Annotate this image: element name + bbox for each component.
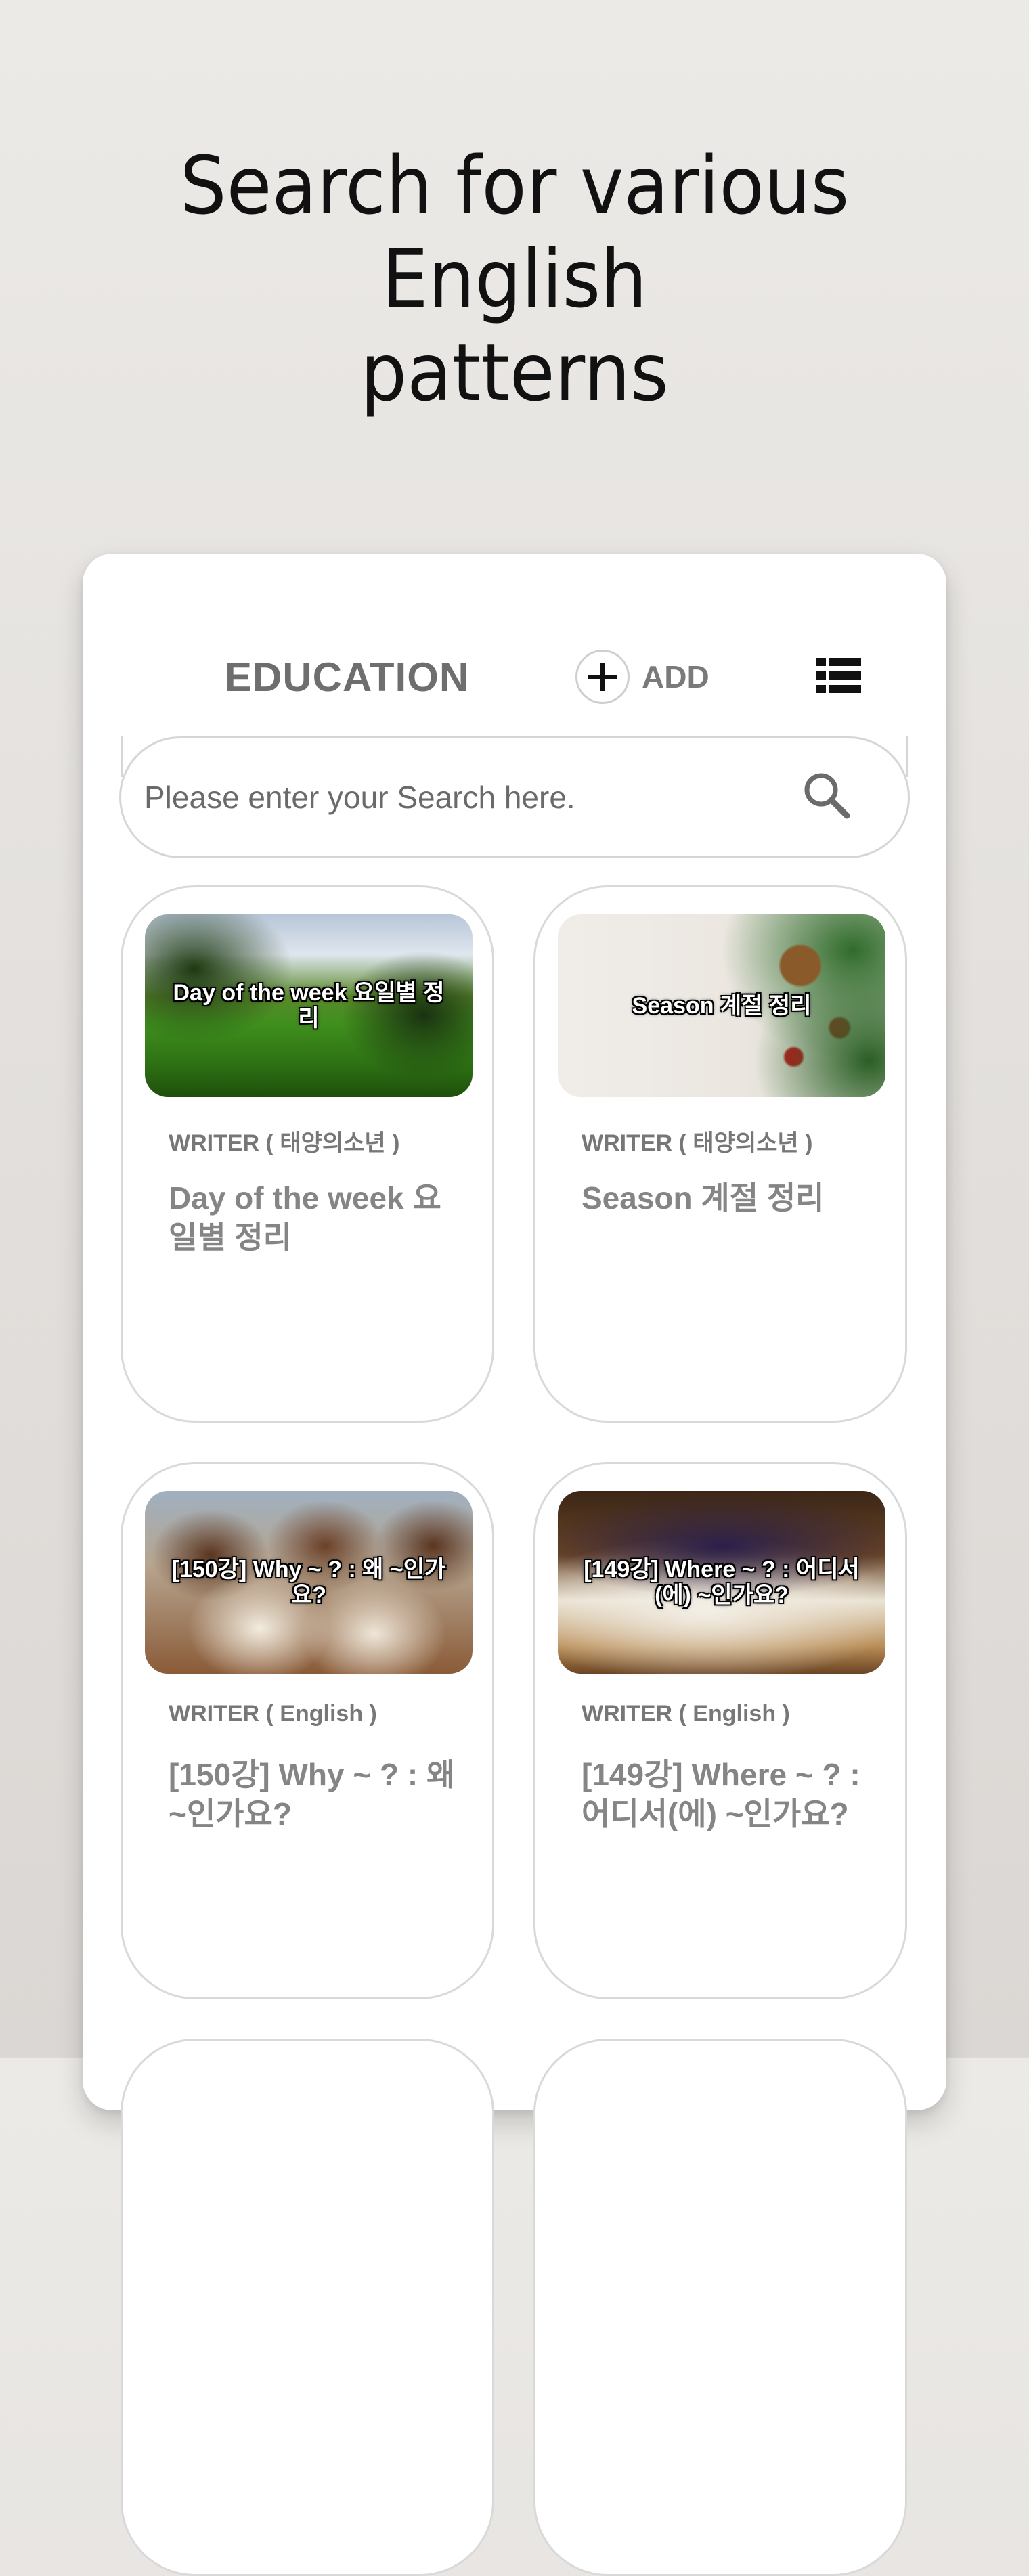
- search-frame-edge: [121, 736, 123, 777]
- search-icon[interactable]: [798, 767, 856, 825]
- post-card[interactable]: [149강] Where ~ ? : 어디서(에) ~인가요? WRITER (…: [533, 1462, 907, 1999]
- list-view-button[interactable]: [816, 655, 861, 696]
- post-card[interactable]: Day of the week 요일별 정리 WRITER ( 태양의소년 ) …: [121, 885, 494, 1423]
- post-card[interactable]: [533, 2039, 907, 2576]
- thumbnail-caption: Season 계절 정리: [632, 993, 812, 1019]
- add-button[interactable]: ADD: [575, 648, 709, 705]
- post-writer: WRITER ( 태양의소년 ): [582, 1130, 813, 1156]
- post-title: Season 계절 정리: [582, 1180, 825, 1216]
- post-title: Day of the week 요일별 정리: [169, 1180, 441, 1255]
- list-view-icon: [816, 658, 861, 693]
- promo-headline-line-1: Search for various English: [179, 139, 850, 326]
- app-header: EDUCATION ADD: [83, 554, 946, 736]
- post-writer: WRITER ( English ): [582, 1701, 790, 1727]
- post-thumbnail: Day of the week 요일별 정리: [145, 914, 473, 1097]
- post-title: [149강] Where ~ ? : 어디서(에) ~인가요?: [582, 1757, 860, 1831]
- post-thumbnail: [150강] Why ~ ? : 왜 ~인가요?: [145, 1491, 473, 1674]
- post-card[interactable]: [150강] Why ~ ? : 왜 ~인가요? WRITER ( Englis…: [121, 1462, 494, 1999]
- post-thumbnail: [149강] Where ~ ? : 어디서(에) ~인가요?: [558, 1491, 885, 1674]
- post-card[interactable]: Season 계절 정리 WRITER ( 태양의소년 ) Season 계절 …: [533, 885, 907, 1423]
- thumbnail-caption: Day of the week 요일별 정리: [173, 980, 445, 1031]
- app-title: EDUCATION: [225, 654, 470, 700]
- add-label: ADD: [642, 659, 709, 694]
- app-screen: EDUCATION ADD Please enter your Search h…: [83, 554, 946, 2576]
- post-writer: WRITER ( 태양의소년 ): [169, 1130, 400, 1156]
- plus-circle-icon: [575, 650, 630, 704]
- search-bar: [119, 736, 910, 858]
- promo-headline: Search for various English patterns: [41, 139, 988, 419]
- thumbnail-caption: [149강] Where ~ ? : 어디서(에) ~인가요?: [584, 1557, 860, 1608]
- search-frame-edge: [906, 736, 908, 777]
- post-thumbnail: Season 계절 정리: [558, 914, 885, 1097]
- search-input[interactable]: [143, 757, 782, 837]
- promo-headline-line-2: patterns: [360, 326, 669, 419]
- post-title: [150강] Why ~ ? : 왜 ~인가요?: [169, 1757, 456, 1831]
- post-card[interactable]: [121, 2039, 494, 2576]
- thumbnail-caption: [150강] Why ~ ? : 왜 ~인가요?: [171, 1557, 446, 1608]
- post-writer: WRITER ( English ): [169, 1701, 377, 1727]
